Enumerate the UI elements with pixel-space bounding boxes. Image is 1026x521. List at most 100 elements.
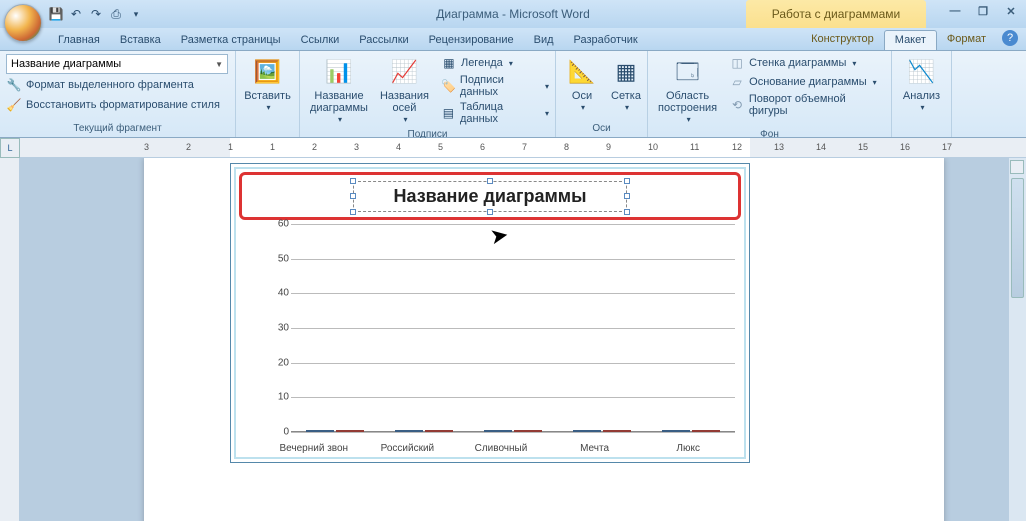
group-label: Текущий фрагмент: [6, 122, 229, 135]
format-selection-icon: 🔧: [6, 77, 22, 93]
grid-icon: ▦: [610, 56, 642, 88]
tab-Рецензирование[interactable]: Рецензирование: [419, 31, 524, 50]
undo-icon[interactable]: ↶: [68, 6, 84, 22]
bar-group[interactable]: [557, 430, 646, 432]
chevron-down-icon: ▾: [873, 78, 877, 87]
chart-title-button[interactable]: 📊 Название диаграммы▾: [306, 54, 372, 128]
tab-Вставка[interactable]: Вставка: [110, 31, 171, 50]
x-label: Мечта: [548, 443, 642, 454]
context-tab-title: Работа с диаграммами: [746, 0, 926, 28]
bar-group[interactable]: [291, 430, 380, 432]
bar[interactable]: [425, 430, 453, 432]
group-label: Оси: [562, 122, 641, 135]
redo-icon[interactable]: ↷: [88, 6, 104, 22]
office-button[interactable]: [4, 4, 42, 42]
data-labels-button[interactable]: 🏷️Подписи данных▾: [441, 73, 549, 99]
group-analysis: 📉 Анализ▾: [892, 51, 952, 137]
reset-style-icon: 🧹: [6, 97, 22, 113]
scrollbar-thumb[interactable]: [1011, 178, 1024, 298]
tab-Рассылки[interactable]: Рассылки: [349, 31, 418, 50]
tab-Главная[interactable]: Главная: [48, 31, 110, 50]
bar[interactable]: [514, 430, 542, 432]
chart-title-text[interactable]: Название диаграммы: [394, 186, 587, 206]
plot-area[interactable]: 0102030405060: [267, 224, 735, 432]
chart-element-selector[interactable]: Название диаграммы ▼: [6, 54, 228, 74]
bar[interactable]: [306, 430, 334, 432]
help-button[interactable]: ?: [1002, 30, 1018, 46]
bar[interactable]: [336, 430, 364, 432]
axes-icon: 📐: [566, 56, 598, 88]
tab-Конструктор[interactable]: Конструктор: [801, 30, 884, 50]
vertical-ruler: [0, 158, 20, 521]
data-labels-icon: 🏷️: [441, 78, 456, 94]
print-icon[interactable]: ⎙: [108, 6, 124, 22]
rotation-3d-button: ⟲Поворот объемной фигуры: [729, 92, 885, 118]
bar[interactable]: [484, 430, 512, 432]
restore-button[interactable]: ❐: [974, 3, 992, 19]
vertical-scrollbar[interactable]: [1008, 158, 1026, 521]
bar[interactable]: [395, 430, 423, 432]
ruler-toggle-button[interactable]: [1010, 160, 1024, 174]
insert-icon: 🖼️: [252, 56, 284, 88]
analysis-icon: 📉: [905, 56, 937, 88]
chart-wall-icon: ◫: [729, 55, 745, 71]
plot-area-icon: 🗔: [672, 56, 704, 88]
bar[interactable]: [603, 430, 631, 432]
title-bar: 💾 ↶ ↷ ⎙ ▾ Диаграмма - Microsoft Word Раб…: [0, 0, 1026, 28]
group-axes: 📐 Оси▾ ▦ Сетка▾ Оси: [556, 51, 648, 137]
close-button[interactable]: ✕: [1002, 3, 1020, 19]
analysis-button[interactable]: 📉 Анализ▾: [899, 54, 944, 116]
axis-titles-button[interactable]: 📈 Названия осей▾: [376, 54, 433, 128]
bar[interactable]: [662, 430, 690, 432]
y-axis: 0102030405060: [267, 224, 291, 432]
tab-Разработчик[interactable]: Разработчик: [564, 31, 648, 50]
group-insert: 🖼️ Вставить▾: [236, 51, 300, 137]
chevron-down-icon: ▾: [687, 114, 691, 126]
minimize-button[interactable]: —: [946, 3, 964, 19]
x-label: Люкс: [641, 443, 735, 454]
ribbon: Название диаграммы ▼ 🔧 Формат выделенног…: [0, 51, 1026, 138]
group-current-fragment: Название диаграммы ▼ 🔧 Формат выделенног…: [0, 51, 236, 137]
tab-Вид[interactable]: Вид: [524, 31, 564, 50]
chevron-down-icon: ▾: [920, 102, 924, 114]
data-table-icon: ▤: [441, 105, 456, 121]
bar-group[interactable]: [646, 430, 735, 432]
tab-Разметка страницы[interactable]: Разметка страницы: [171, 31, 291, 50]
reset-style-button[interactable]: 🧹 Восстановить форматирование стиля: [6, 96, 220, 114]
chevron-down-icon: ▾: [545, 82, 549, 91]
insert-button[interactable]: 🖼️ Вставить▾: [240, 54, 295, 116]
chart-wall-button: ◫Стенка диаграммы▾: [729, 54, 885, 72]
bar[interactable]: [573, 430, 601, 432]
axes-button[interactable]: 📐 Оси▾: [562, 54, 602, 116]
chart-object[interactable]: Название диаграммы ➤ 0102030405060 Вечер…: [230, 163, 750, 463]
chevron-down-icon: ▾: [581, 102, 585, 114]
chart-title-icon: 📊: [323, 56, 355, 88]
chart-floor-icon: ▱: [729, 74, 745, 90]
quick-access-toolbar: 💾 ↶ ↷ ⎙ ▾: [48, 6, 144, 22]
rotation-3d-icon: ⟲: [729, 97, 745, 113]
qat-more-icon[interactable]: ▾: [128, 6, 144, 22]
axis-titles-icon: 📈: [388, 56, 420, 88]
tab-Ссылки[interactable]: Ссылки: [291, 31, 350, 50]
legend-button[interactable]: ▦Легенда▾: [441, 54, 549, 72]
group-label: [242, 122, 293, 135]
workspace: L 3211234567891011121314151617 Название …: [0, 138, 1026, 521]
chart-title-selection[interactable]: Название диаграммы: [353, 181, 628, 212]
tab-Формат[interactable]: Формат: [937, 30, 996, 50]
chevron-down-icon: ▾: [852, 59, 856, 68]
document-area[interactable]: Название диаграммы ➤ 0102030405060 Вечер…: [20, 158, 1026, 521]
x-label: Вечерний звон: [267, 443, 361, 454]
bar-group[interactable]: [469, 430, 558, 432]
chart-floor-button: ▱Основание диаграммы▾: [729, 73, 885, 91]
bar[interactable]: [692, 430, 720, 432]
dropdown-value: Название диаграммы: [11, 58, 121, 70]
ruler-corner[interactable]: L: [0, 138, 20, 158]
bar-group[interactable]: [380, 430, 469, 432]
save-icon[interactable]: 💾: [48, 6, 64, 22]
gridlines-button[interactable]: ▦ Сетка▾: [606, 54, 646, 116]
format-selection-button[interactable]: 🔧 Формат выделенного фрагмента: [6, 76, 194, 94]
horizontal-ruler: 3211234567891011121314151617: [20, 138, 1026, 158]
tab-Макет[interactable]: Макет: [884, 30, 937, 50]
plot-area-button[interactable]: 🗔 Область построения▾: [654, 54, 721, 128]
data-table-button[interactable]: ▤Таблица данных▾: [441, 100, 549, 126]
